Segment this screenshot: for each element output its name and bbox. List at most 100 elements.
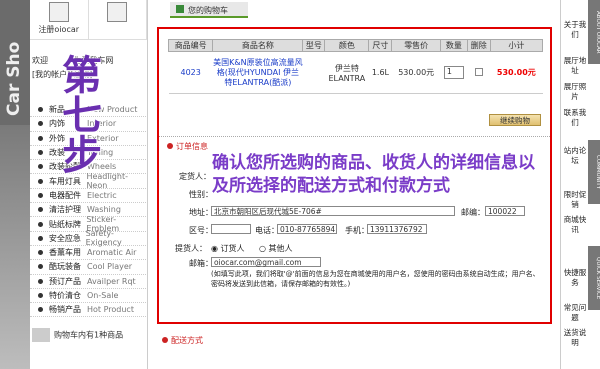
right-link-showroom-address[interactable]: 展厅地址 [563,56,587,76]
category-item[interactable]: 特价清仓 On-Sale [30,289,148,304]
category-cn: 电器配件 [49,190,81,200]
postcode-label: 邮编： [461,208,485,217]
table-row: 4023 美国K&N原装位高流量风格(现代HYUNDAI 伊兰特ELANTRA(… [168,51,543,94]
col-header: 尺寸 [368,39,393,52]
phone-input[interactable]: 010-87765894 [277,224,337,234]
continue-shopping-button[interactable]: 继续购物 [489,114,541,126]
category-en: Aromatic Air [87,248,137,258]
bullet-icon [38,207,43,213]
col-header: 小计 [489,39,544,52]
category-item[interactable]: 电器配件 Electric [30,189,148,204]
category-item[interactable]: 酷玩装备 Cool Player [30,260,148,275]
delete-checkbox[interactable] [474,67,483,76]
category-en: Cool Player [87,262,133,272]
category-en: On-Sale [87,291,119,300]
welcome-greeting: 欢迎 [32,56,48,65]
mobile-input[interactable]: 13911376792 [367,224,427,234]
email-note: (如填写此项，我们将取'@'前面的信息为您在商城使用的用户名，您使用的密码由系统… [211,270,540,288]
category-en: Washing [87,205,121,215]
section-bullet-icon [162,337,168,343]
bullet-icon [38,235,43,241]
bullet-icon [38,150,43,156]
check-icon [176,5,184,13]
category-cn: 车用灯具 [48,176,81,186]
right-link-forum[interactable]: 站内论坛 [563,146,587,166]
register-icon [48,2,69,22]
receiver-option-buyer-text: 订货人 [220,244,245,253]
bullet-icon [38,278,43,284]
mycart-link[interactable] [89,0,147,39]
category-item[interactable]: 畅销产品 Hot Product [30,303,148,318]
cart-summary[interactable]: 购物车内有1种商品 [32,328,123,342]
col-header: 数量 [439,39,468,52]
register-link[interactable]: 注册oiocar [30,0,89,39]
receiver-option-buyer[interactable]: ◉ 订货人 [211,243,245,254]
order-section-title: 订单信息 [167,141,208,152]
product-name[interactable]: 美国K&N原装位高流量风格(现代HYUNDAI 伊兰特ELANTRA(酷派) [212,51,303,94]
category-cn: 酷玩装备 [49,262,81,272]
category-cn: 清洁护理 [49,205,81,215]
about-tab[interactable]: ABOUT OIOCAR [588,0,600,64]
section-divider [159,136,550,137]
product-size: 1.6L [368,51,392,94]
category-en: Headlight-Neon [86,172,128,191]
left-brand-bar: Car Sho [0,0,30,369]
category-en: Safety-Exigency [85,229,122,248]
category-en: Electric [87,190,117,200]
bullet-icon [38,164,43,170]
receiver-option-other[interactable]: ○ 其他人 [259,243,293,254]
quantity-input[interactable]: 1 [443,66,464,79]
col-header: 删除 [466,39,491,52]
bullet-icon [38,307,43,313]
email-input[interactable]: oiocar.com@gmail.com [211,257,321,267]
email-label: 邮箱： [189,259,213,268]
category-en: Availper Rqt [87,276,136,286]
right-link-showroom-photos[interactable]: 展厅照片 [563,82,587,102]
delete-cell [467,51,491,94]
delivery-section-title: 配送方式 [162,335,203,346]
order-title-text: 订单信息 [176,142,208,151]
bullet-icon [38,192,43,198]
phone-label: 电话： [255,226,279,235]
right-link-delivery-info[interactable]: 送货说明 [563,328,587,348]
col-header: 型号 [302,39,326,52]
product-price: 530.00元 [391,51,441,94]
category-en: Hot Product [87,305,134,315]
areacode-input[interactable] [211,224,251,234]
address-label: 地址： [189,208,213,217]
bullet-icon [38,221,43,227]
postcode-input[interactable]: 100022 [485,206,525,216]
col-header: 零售价 [391,39,441,52]
delivery-title-text: 配送方式 [171,336,203,345]
col-header: 商品编号 [167,39,214,52]
qty-cell: 1 [440,51,468,94]
right-link-news[interactable]: 商城快讯 [563,215,587,235]
cart-table: 商品编号 商品名称 型号 颜色 尺寸 零售价 数量 删除 小计 4023 美国K… [167,39,544,94]
areacode-label: 区号： [189,226,213,235]
receiver-label: 提货人： [175,244,207,253]
sidebar-top-icons: 注册oiocar [30,0,147,40]
cart-icon [107,2,128,22]
category-item[interactable]: 香薰车用 Aromatic Air [30,246,148,261]
right-link-about[interactable]: 关于我们 [563,20,587,40]
address-input[interactable]: 北京市朝阳区后现代城5E-706# [211,206,455,216]
category-item[interactable]: 安全应急 Safety-Exigency [30,229,148,248]
buyer-label: 定货人： [179,172,211,181]
category-cn: 香薰车用 [49,248,81,258]
right-link-contact[interactable]: 联系我们 [563,108,587,128]
bullet-icon [38,121,43,127]
mobile-label: 手机： [345,226,369,235]
table-header-row: 商品编号 商品名称 型号 颜色 尺寸 零售价 数量 删除 小计 [167,39,544,52]
category-item[interactable]: 预订产品 Availper Rqt [30,275,148,289]
product-code[interactable]: 4023 [168,51,213,94]
right-link-promotions[interactable]: 限时促销 [563,190,587,210]
cart-summary-text: 购物车内有1种商品 [54,330,124,340]
product-model-empty [302,51,325,94]
right-link-faq[interactable]: 常见问题 [563,303,587,323]
instruction-overlay: 确认您所选购的商品、收货人的详细信息以及所选择的配送方式和付款方式 [212,153,535,196]
quick-service-tab[interactable]: QUICK SERVICE [588,246,600,310]
category-item[interactable]: 车用灯具 Headlight-Neon [30,172,148,191]
community-tab[interactable]: COMMUNITY [588,140,600,204]
cart-icon [32,328,50,342]
right-link-quick-service[interactable]: 快捷服务 [563,268,587,288]
